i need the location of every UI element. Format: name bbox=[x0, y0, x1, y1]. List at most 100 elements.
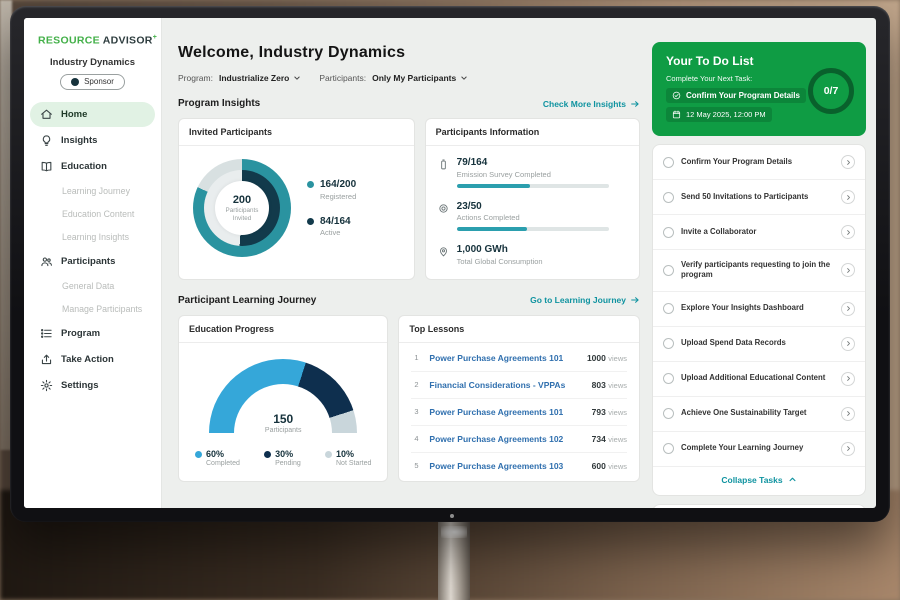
task-checkbox[interactable] bbox=[663, 443, 674, 454]
lesson-rank: 2 bbox=[411, 380, 421, 389]
go-to-learning-journey-link[interactable]: Go to Learning Journey bbox=[530, 295, 640, 305]
collapse-tasks-link[interactable]: Collapse Tasks bbox=[653, 467, 865, 495]
lesson-link[interactable]: Power Purchase Agreements 101 bbox=[429, 407, 583, 417]
sidebar-item-program[interactable]: Program bbox=[30, 321, 155, 346]
sidebar-item-learning-journey[interactable]: Learning Journey bbox=[30, 180, 155, 202]
task-checkbox[interactable] bbox=[663, 373, 674, 384]
todo-progress-count: 0/7 bbox=[824, 85, 839, 97]
sponsor-badge-label: Sponsor bbox=[84, 77, 114, 86]
program-icon bbox=[40, 327, 53, 340]
sidebar-item-participants[interactable]: Participants bbox=[30, 249, 155, 274]
lesson-link[interactable]: Power Purchase Agreements 102 bbox=[429, 434, 583, 444]
arrow-right-icon bbox=[630, 99, 640, 109]
task-label: Confirm Your Program Details bbox=[681, 157, 834, 167]
task-row[interactable]: Verify participants requesting to join t… bbox=[653, 250, 865, 292]
legend-dot bbox=[264, 451, 271, 458]
lesson-link[interactable]: Financial Considerations - VPPAs bbox=[429, 380, 583, 390]
gauge-center: 150 Participants bbox=[209, 412, 357, 434]
legend-percent: 30% bbox=[275, 449, 293, 459]
calendar-icon bbox=[672, 110, 681, 119]
task-row[interactable]: Achieve One Sustainability Target bbox=[653, 397, 865, 432]
todo-title: Your To Do List bbox=[666, 54, 852, 68]
task-row[interactable]: Complete Your Learning Journey bbox=[653, 432, 865, 467]
sidebar-item-general-data[interactable]: General Data bbox=[30, 275, 155, 297]
chevron-right-icon bbox=[845, 267, 852, 274]
location-icon bbox=[438, 246, 449, 257]
task-chevron-button[interactable] bbox=[841, 225, 855, 239]
task-row[interactable]: Confirm Your Program Details bbox=[653, 145, 865, 180]
sponsor-badge: Sponsor bbox=[60, 74, 125, 90]
participants-info-row: 79/164 Emission Survey Completed bbox=[438, 157, 627, 188]
task-chevron-button[interactable] bbox=[841, 190, 855, 204]
chevron-right-icon bbox=[845, 229, 852, 236]
info-label: Total Global Consumption bbox=[457, 257, 543, 266]
task-chevron-button[interactable] bbox=[841, 372, 855, 386]
task-chevron-button[interactable] bbox=[841, 407, 855, 421]
sidebar-item-label: Education bbox=[61, 161, 107, 172]
todo-next-task[interactable]: Confirm Your Program Details bbox=[666, 88, 806, 103]
task-label: Upload Additional Educational Content bbox=[681, 373, 834, 383]
task-row[interactable]: Invite a Collaborator bbox=[653, 215, 865, 250]
task-row[interactable]: Explore Your Insights Dashboard bbox=[653, 292, 865, 327]
legend-value: 84/164 bbox=[320, 216, 351, 227]
participants-info-row: 1,000 GWh Total Global Consumption bbox=[438, 244, 627, 266]
chevron-up-icon bbox=[788, 475, 797, 484]
sidebar-item-label: General Data bbox=[62, 281, 114, 291]
main-content: Welcome, Industry Dynamics Program: Indu… bbox=[162, 18, 652, 508]
legend-item: 60% Completed bbox=[195, 449, 240, 468]
task-chevron-button[interactable] bbox=[841, 442, 855, 456]
task-label: Achieve One Sustainability Target bbox=[681, 408, 834, 418]
sidebar-nav: Home Insights Education Learning bbox=[24, 102, 161, 398]
task-checkbox[interactable] bbox=[663, 192, 674, 203]
task-chevron-button[interactable] bbox=[841, 337, 855, 351]
sidebar-item-take-action[interactable]: Take Action bbox=[30, 347, 155, 372]
participants-information-card: Participants Information 79/164 Emission… bbox=[425, 118, 640, 280]
legend-item: 164/200 Registered bbox=[307, 179, 356, 201]
sidebar-item-label: Take Action bbox=[61, 354, 114, 365]
sidebar-item-label: Learning Journey bbox=[62, 186, 130, 196]
legend-dot bbox=[325, 451, 332, 458]
task-checkbox[interactable] bbox=[663, 227, 674, 238]
legend-item: 84/164 Active bbox=[307, 216, 356, 238]
invited-participants-donut: 200 Participants Invited bbox=[193, 159, 291, 257]
sidebar-item-insights[interactable]: Insights bbox=[30, 128, 155, 153]
sidebar-item-label: Manage Participants bbox=[62, 304, 142, 314]
task-label: Send 50 Invitations to Participants bbox=[681, 192, 834, 202]
chevron-right-icon bbox=[845, 194, 852, 201]
task-chevron-button[interactable] bbox=[841, 263, 855, 277]
insights-icon bbox=[40, 134, 53, 147]
chevron-right-icon bbox=[845, 340, 852, 347]
participants-select[interactable]: Only My Participants bbox=[372, 73, 468, 83]
program-select[interactable]: Industrialize Zero bbox=[219, 73, 301, 83]
lesson-link[interactable]: Power Purchase Agreements 101 bbox=[429, 353, 579, 363]
sidebar-item-learning-insights[interactable]: Learning Insights bbox=[30, 226, 155, 248]
task-chevron-button[interactable] bbox=[841, 302, 855, 316]
sidebar-item-manage-participants[interactable]: Manage Participants bbox=[30, 298, 155, 320]
participants-info-row: 23/50 Actions Completed bbox=[438, 201, 627, 232]
task-row[interactable]: Upload Additional Educational Content bbox=[653, 362, 865, 397]
check-circle-icon bbox=[672, 91, 681, 100]
lesson-rank: 3 bbox=[411, 407, 421, 416]
task-label: Complete Your Learning Journey bbox=[681, 443, 834, 453]
sidebar-item-education[interactable]: Education bbox=[30, 154, 155, 179]
task-checkbox[interactable] bbox=[663, 157, 674, 168]
sidebar-item-settings[interactable]: Settings bbox=[30, 373, 155, 398]
check-more-insights-link[interactable]: Check More Insights bbox=[543, 99, 640, 109]
donut-center-value: 200 bbox=[233, 194, 251, 206]
task-checkbox[interactable] bbox=[663, 338, 674, 349]
task-checkbox[interactable] bbox=[663, 265, 674, 276]
task-row[interactable]: Upload Spend Data Records bbox=[653, 327, 865, 362]
task-checkbox[interactable] bbox=[663, 408, 674, 419]
legend-dot bbox=[307, 218, 314, 225]
monitor-bezel: RESOURCE ADVISOR+ Industry Dynamics Spon… bbox=[10, 6, 890, 522]
lesson-row: 3 Power Purchase Agreements 101 793 view… bbox=[411, 399, 627, 426]
arrow-right-icon bbox=[630, 295, 640, 305]
sidebar-item-education-content[interactable]: Education Content bbox=[30, 203, 155, 225]
todo-next-task-label: Confirm Your Program Details bbox=[686, 91, 800, 100]
lesson-link[interactable]: Power Purchase Agreements 103 bbox=[429, 461, 583, 471]
sidebar-item-home[interactable]: Home bbox=[30, 102, 155, 127]
task-checkbox[interactable] bbox=[663, 303, 674, 314]
task-chevron-button[interactable] bbox=[841, 155, 855, 169]
task-row[interactable]: Send 50 Invitations to Participants bbox=[653, 180, 865, 215]
todo-summary-card: Your To Do List Complete Your Next Task:… bbox=[652, 42, 866, 136]
